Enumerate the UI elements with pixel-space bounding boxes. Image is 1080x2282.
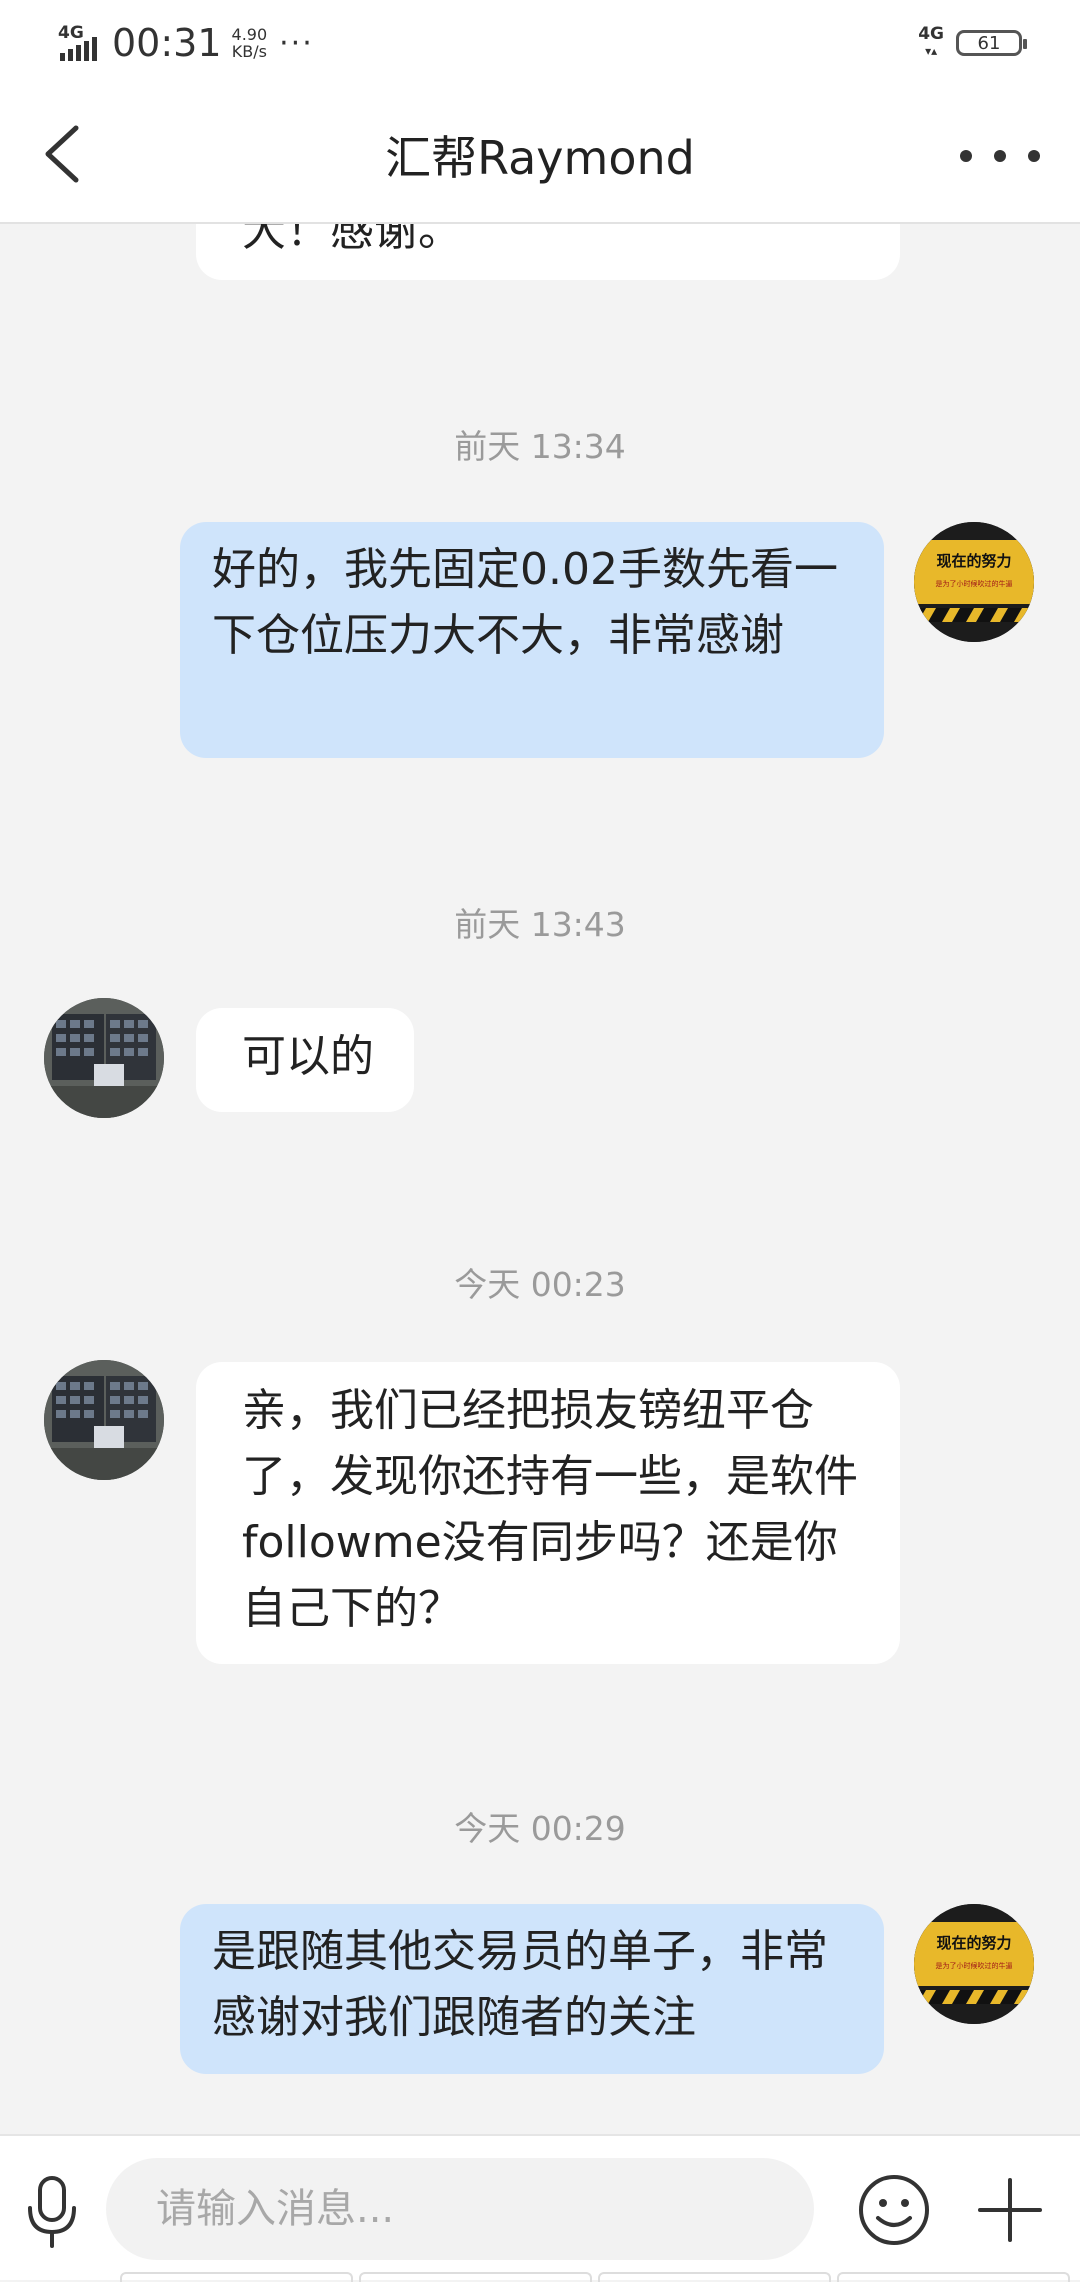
message-text: 亲，我们已经把损友镑纽平仓了，发现你还持有一些，是软件followme没有同步吗… bbox=[242, 1385, 858, 1634]
keyboard-panel-edge bbox=[120, 2272, 1070, 2282]
chat-area[interactable]: 大！感谢。 前天 13:34 好的，我先固定0.02手数先看一下仓位压力大不大，… bbox=[0, 224, 1080, 2134]
avatar-image bbox=[44, 998, 164, 1118]
microphone-icon bbox=[28, 2176, 76, 2248]
page-title: 汇帮Raymond bbox=[385, 131, 695, 185]
add-attachment-button[interactable] bbox=[972, 2172, 1048, 2248]
network-type-right: 4G ▾▴ bbox=[918, 24, 944, 59]
message-input[interactable] bbox=[106, 2158, 814, 2260]
status-time: 00:31 bbox=[112, 21, 222, 65]
battery-icon: 61 bbox=[956, 30, 1027, 56]
emoji-button[interactable] bbox=[856, 2172, 932, 2248]
message-bubble-sent[interactable]: 好的，我先固定0.02手数先看一下仓位压力大不大，非常感谢 bbox=[180, 522, 884, 758]
plus-icon bbox=[978, 2178, 1042, 2242]
message-text: 是跟随其他交易员的单子，非常感谢对我们跟随者的关注 bbox=[212, 1926, 828, 2043]
message-bubble-sent[interactable]: 是跟随其他交易员的单子，非常感谢对我们跟随者的关注 bbox=[180, 1904, 884, 2074]
input-bar bbox=[0, 2134, 1080, 2282]
timestamp: 今天 00:29 bbox=[454, 1809, 626, 1848]
message-bubble-received[interactable]: 可以的 bbox=[196, 1008, 414, 1112]
avatar-image: 现在的努力 是为了小时候吹过的牛逼 bbox=[914, 522, 1034, 642]
avatar-line1: 现在的努力 bbox=[936, 1934, 1011, 1952]
my-avatar[interactable]: 现在的努力 是为了小时候吹过的牛逼 bbox=[914, 1904, 1034, 2024]
network-speed: 4.90 KB/s bbox=[232, 26, 268, 60]
timestamp: 前天 13:34 bbox=[454, 427, 626, 466]
message-bubble-partial[interactable]: 大！感谢。 bbox=[196, 224, 900, 280]
voice-input-button[interactable] bbox=[20, 2174, 84, 2250]
network-speed-unit: KB/s bbox=[231, 42, 267, 61]
message-text: 大！感谢。 bbox=[242, 224, 462, 256]
timestamp: 今天 00:23 bbox=[454, 1265, 626, 1304]
avatar-line1: 现在的努力 bbox=[936, 552, 1011, 570]
timestamp: 前天 13:43 bbox=[454, 905, 626, 944]
contact-avatar[interactable] bbox=[44, 998, 164, 1118]
network-speed-value: 4.90 bbox=[231, 25, 268, 44]
message-text: 可以的 bbox=[242, 1031, 374, 1082]
status-more-indicator: ··· bbox=[279, 25, 314, 61]
message-bubble-received[interactable]: 亲，我们已经把损友镑纽平仓了，发现你还持有一些，是软件followme没有同步吗… bbox=[196, 1362, 900, 1664]
message-text: 好的，我先固定0.02手数先看一下仓位压力大不大，非常感谢 bbox=[212, 544, 838, 661]
smiley-icon bbox=[859, 2175, 929, 2245]
more-options-button[interactable] bbox=[960, 126, 1040, 186]
avatar-line2: 是为了小时候吹过的牛逼 bbox=[936, 1961, 1013, 1970]
more-dots-icon bbox=[960, 150, 972, 162]
contact-avatar[interactable] bbox=[44, 1360, 164, 1480]
status-bar: 4G 00:31 4.90 KB/s ··· 4G ▾▴ 61 bbox=[0, 0, 1080, 86]
avatar-image: 现在的努力 是为了小时候吹过的牛逼 bbox=[914, 1904, 1034, 2024]
signal-icon: 4G bbox=[58, 23, 102, 63]
battery-level: 61 bbox=[977, 32, 1001, 54]
avatar-image bbox=[44, 1360, 164, 1480]
avatar-line2: 是为了小时候吹过的牛逼 bbox=[936, 579, 1013, 588]
nav-bar: 汇帮Raymond bbox=[0, 86, 1080, 224]
my-avatar[interactable]: 现在的努力 是为了小时候吹过的牛逼 bbox=[914, 522, 1034, 642]
